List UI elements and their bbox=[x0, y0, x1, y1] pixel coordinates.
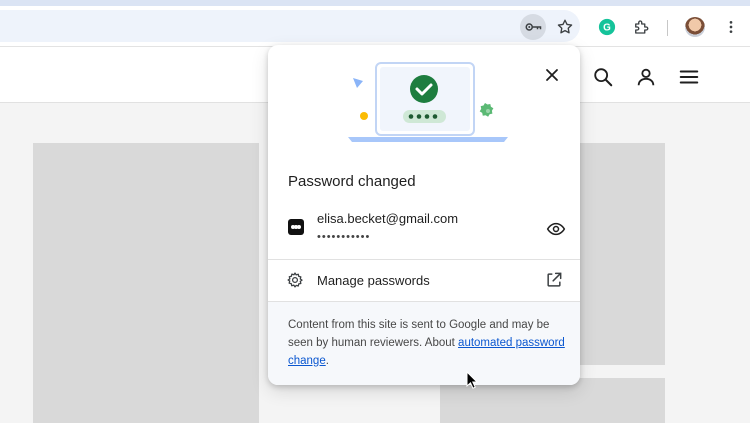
avatar bbox=[685, 17, 705, 37]
account-icon[interactable] bbox=[635, 66, 657, 88]
hamburger-menu-icon[interactable] bbox=[678, 66, 700, 88]
password-mask: ••••••••••• bbox=[317, 231, 371, 243]
toolbar-separator bbox=[667, 20, 668, 36]
address-bar[interactable] bbox=[0, 10, 580, 42]
content-placeholder-left bbox=[33, 143, 259, 423]
manage-passwords-row[interactable]: Manage passwords bbox=[268, 260, 580, 300]
star-icon bbox=[557, 19, 573, 34]
gear-icon bbox=[287, 272, 303, 288]
site-favicon-icon bbox=[288, 219, 304, 235]
kebab-menu-icon bbox=[729, 21, 733, 33]
browser-menu-button[interactable] bbox=[718, 14, 744, 40]
cursor-icon bbox=[466, 371, 478, 389]
password-changed-popup: Password changed elisa.becket@gmail.com … bbox=[268, 45, 580, 385]
show-password-button[interactable] bbox=[544, 217, 568, 241]
popup-footer: Content from this site is sent to Google… bbox=[268, 302, 580, 385]
footer-period: . bbox=[325, 355, 329, 367]
grammarly-icon: G bbox=[598, 18, 616, 36]
laptop-checkmark-illustration bbox=[348, 62, 508, 142]
password-key-button[interactable] bbox=[520, 14, 546, 40]
grammarly-extension-button[interactable]: G bbox=[594, 14, 620, 40]
puzzle-icon bbox=[635, 20, 649, 34]
svg-text:G: G bbox=[603, 23, 611, 34]
key-icon bbox=[525, 23, 542, 31]
footer-disclaimer: Content from this site is sent to Google… bbox=[288, 316, 568, 370]
extensions-button[interactable] bbox=[628, 14, 654, 40]
popup-title: Password changed bbox=[288, 173, 416, 190]
content-placeholder-right bbox=[580, 143, 665, 365]
close-button[interactable] bbox=[538, 61, 566, 89]
manage-passwords-label: Manage passwords bbox=[317, 273, 430, 288]
credential-email: elisa.becket@gmail.com bbox=[317, 211, 459, 226]
external-link-icon bbox=[547, 272, 562, 287]
close-icon bbox=[546, 69, 558, 81]
credential-row: elisa.becket@gmail.com ••••••••••• bbox=[268, 205, 580, 255]
eye-icon bbox=[546, 222, 566, 236]
browser-toolbar: G bbox=[0, 6, 750, 47]
bookmark-star-button[interactable] bbox=[552, 14, 578, 40]
profile-button[interactable] bbox=[682, 14, 708, 40]
search-icon[interactable] bbox=[592, 66, 614, 88]
